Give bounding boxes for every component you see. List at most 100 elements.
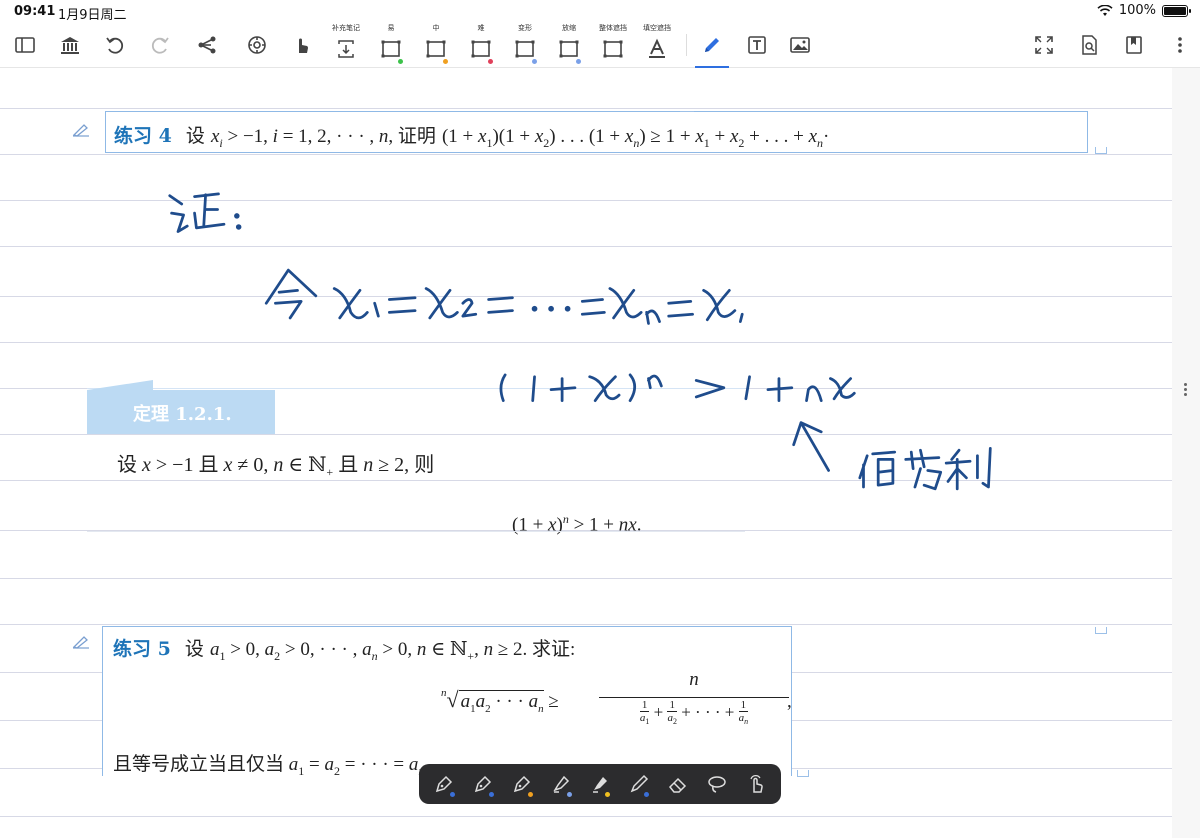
mask-frame-icon xyxy=(559,40,579,58)
sidebar-toggle-icon[interactable] xyxy=(8,22,42,68)
pen-mode-icon[interactable] xyxy=(695,22,729,68)
exercise-5-last-text: 且等号成立当且仅当 xyxy=(113,754,285,775)
exercise-5-inequality: n√ a1a2 · · · an ≥ n 1 a1 + 1 a2 + · · · + … xyxy=(441,669,792,727)
mask-frame-icon xyxy=(471,40,491,58)
pencil-icon[interactable] xyxy=(619,764,658,804)
transform-dot xyxy=(532,59,537,64)
lasso-icon[interactable] xyxy=(697,764,736,804)
scale-mask-tool[interactable]: 放缩 xyxy=(552,22,586,68)
scrollbar-track[interactable] xyxy=(1172,68,1200,838)
mask-frame-icon xyxy=(603,40,623,58)
hard-mask-tool[interactable]: 难 xyxy=(464,22,498,68)
status-bar: 09:41 1月9日周二 100% xyxy=(0,0,1200,23)
fountain-pen-1-icon[interactable] xyxy=(425,764,464,804)
card-drag-tab[interactable] xyxy=(680,104,694,112)
theorem-fold xyxy=(87,380,153,390)
note-edit-icon[interactable] xyxy=(72,123,90,137)
ruled-line xyxy=(0,342,1172,343)
theorem-t4: 则 xyxy=(414,454,435,476)
card-resize-handle[interactable] xyxy=(1095,627,1107,634)
sync-icon[interactable] xyxy=(240,22,274,68)
medium-mask-label: 中 xyxy=(432,24,440,32)
exercise-5-statement: 练习 5 设 a1 > 0, a2 > 0, · · · , an > 0, n… xyxy=(113,638,576,663)
exercise-4-content: 练习 4 设 xi > −1, i = 1, 2, · · · , n, 证明 … xyxy=(114,125,830,150)
pen-color-dot xyxy=(488,792,494,797)
fullscreen-icon[interactable] xyxy=(1027,22,1061,68)
card-resize-handle[interactable] xyxy=(1095,147,1107,154)
pen-color-dot xyxy=(566,792,572,797)
ruled-line xyxy=(0,578,1172,579)
exercise-5-last-line: 且等号成立当且仅当 a1 = a2 = · · · = an xyxy=(113,754,424,778)
pen-toolbar xyxy=(419,764,781,804)
more-menu-icon[interactable] xyxy=(1163,22,1197,68)
pen-color-dot xyxy=(644,792,650,797)
fountain-pen-3-icon[interactable] xyxy=(503,764,542,804)
touch-icon[interactable] xyxy=(736,764,775,804)
ruled-line xyxy=(0,246,1172,247)
exercise-4-prefix: 设 xyxy=(185,126,205,147)
transform-mask-label: 变形 xyxy=(518,24,532,32)
battery-icon xyxy=(1162,4,1191,17)
theorem-t1: 设 xyxy=(117,454,137,476)
scale-mask-label: 放缩 xyxy=(562,24,576,32)
mask-frame-icon xyxy=(515,40,535,58)
bookmark-icon[interactable] xyxy=(1117,22,1151,68)
ruled-line xyxy=(0,154,1172,155)
pen-color-dot xyxy=(605,792,611,797)
library-icon[interactable] xyxy=(53,22,87,68)
ruled-line xyxy=(0,480,1172,481)
scale-dot xyxy=(576,59,581,64)
exercise-5-prefix: 设 xyxy=(184,639,204,660)
hand-pointer-icon[interactable] xyxy=(285,22,319,68)
exercise-4-mid: 证明 xyxy=(397,126,436,147)
easy-mask-label: 易 xyxy=(387,24,395,32)
pen-color-dot xyxy=(449,792,455,797)
whole-mask-tool[interactable]: 整体遮挡 xyxy=(596,22,630,68)
ruled-line xyxy=(0,434,1172,435)
exercise-4-card[interactable]: 练习 4 设 xi > −1, i = 1, 2, · · · , n, 证明 … xyxy=(105,111,1088,153)
theorem-statement: 设 x > −1 且 x ≠ 0, n ∈ ℕ+ 且 n ≥ 2, 则 xyxy=(117,454,435,479)
text-a-icon xyxy=(649,38,665,58)
mindmap-icon[interactable] xyxy=(190,22,224,68)
theorem-formula: (1 + x)n > 1 + nx. xyxy=(512,512,642,536)
cloze-mask-tool[interactable]: 填空遮挡 xyxy=(640,22,674,68)
ruled-line xyxy=(0,624,1172,625)
mask-frame-icon xyxy=(381,40,401,58)
supplement-note-tool[interactable]: 补充笔记 xyxy=(329,22,363,68)
eraser-icon[interactable] xyxy=(658,764,697,804)
redo-icon[interactable] xyxy=(143,22,177,68)
medium-dot xyxy=(443,59,448,64)
theorem-t2: 且 xyxy=(198,454,219,476)
transform-mask-tool[interactable]: 变形 xyxy=(508,22,542,68)
exercise-5-card[interactable]: 练习 5 设 a1 > 0, a2 > 0, · · · , an > 0, n… xyxy=(102,626,792,778)
app-window: 09:41 1月9日周二 100% 补充笔记 易 中 难 变形 放缩 整体遮挡 … xyxy=(0,0,1200,838)
ruled-line xyxy=(0,296,1172,297)
undo-icon[interactable] xyxy=(98,22,132,68)
easy-mask-tool[interactable]: 易 xyxy=(374,22,408,68)
hard-dot xyxy=(488,59,493,64)
highlighter-2-icon[interactable] xyxy=(581,764,620,804)
exercise-4-math1: xi xyxy=(210,126,223,150)
fountain-pen-2-icon[interactable] xyxy=(464,764,503,804)
medium-mask-tool[interactable]: 中 xyxy=(419,22,453,68)
easy-dot xyxy=(398,59,403,64)
ruled-line xyxy=(0,816,1172,817)
hard-mask-label: 难 xyxy=(477,24,485,32)
document-search-icon[interactable] xyxy=(1072,22,1106,68)
note-edit-icon[interactable] xyxy=(72,635,90,649)
textbox-icon[interactable] xyxy=(740,22,774,68)
exercise-4-math2: (1 + x1)(1 + x2) . . . (1 + xn) ≥ 1 + x1… xyxy=(441,126,824,150)
image-icon[interactable] xyxy=(783,22,817,68)
supplement-note-label: 补充笔记 xyxy=(332,24,360,32)
theorem-bottom-line xyxy=(87,531,745,532)
status-date: 1月9日周二 xyxy=(58,8,127,23)
wifi-icon xyxy=(1097,4,1113,16)
scroll-handle-icon[interactable] xyxy=(1184,383,1188,398)
highlighter-1-icon[interactable] xyxy=(542,764,581,804)
exercise-4-title: 练习 4 xyxy=(114,125,172,147)
card-resize-handle[interactable] xyxy=(797,770,809,777)
mask-frame-icon xyxy=(426,40,446,58)
ruled-line xyxy=(0,108,1172,109)
status-time: 09:41 xyxy=(14,4,56,19)
theorem-title: 定理 1.2.1. xyxy=(133,404,232,425)
